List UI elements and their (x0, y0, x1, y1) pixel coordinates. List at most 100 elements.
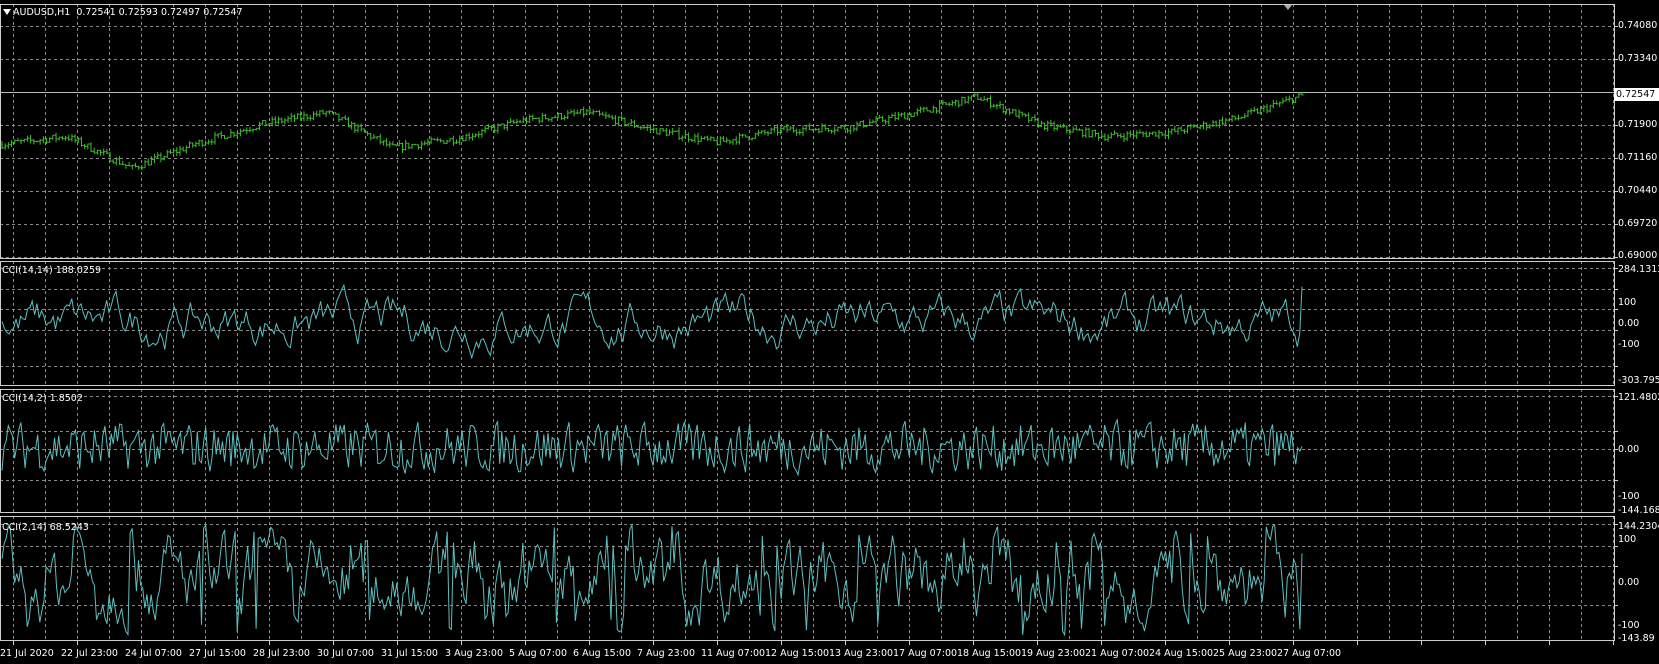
price-bar (1122, 133, 1126, 143)
price-bar (855, 121, 859, 132)
symbol-dropdown-icon[interactable] (3, 9, 11, 15)
cci3-title: CCI(2,14) 68.5243 (2, 522, 89, 533)
price-bar (19, 138, 23, 145)
price-bar (610, 114, 614, 120)
price-bar (906, 112, 910, 121)
price-bar (550, 117, 554, 123)
price-bar (435, 137, 439, 142)
y-label: 0.73340 (1618, 53, 1658, 64)
price-bar (1008, 107, 1012, 116)
price-bar (381, 140, 385, 146)
x-label: 24 Jul 07:00 (125, 648, 182, 659)
price-bar (1090, 130, 1094, 138)
price-bar (413, 143, 417, 146)
price-bar (324, 111, 328, 117)
price-bar (448, 138, 452, 142)
cci1-title: CCI(14,14) 188.0259 (2, 265, 102, 276)
price-bar (709, 136, 713, 142)
price-bar (512, 119, 516, 124)
price-bar (38, 139, 42, 145)
price-bar (1023, 113, 1027, 117)
chart-canvas[interactable] (0, 0, 1659, 664)
price-bar (235, 131, 239, 139)
price-bar (598, 109, 602, 117)
price-bar (633, 119, 637, 128)
price-bar (1078, 128, 1082, 131)
y-label: -144.1686 (1618, 505, 1659, 516)
price-bar (922, 106, 926, 113)
chart-shift-marker[interactable] (1284, 5, 1292, 10)
price-bar (25, 135, 29, 142)
price-bar (292, 114, 296, 123)
price-bar (896, 111, 900, 120)
price-bar (168, 149, 172, 154)
price-bar (617, 116, 621, 127)
price-bar (734, 136, 738, 145)
price-bar (248, 126, 252, 133)
price-bar (1271, 99, 1275, 109)
price-bar (388, 141, 392, 148)
price-bar (1240, 116, 1244, 119)
price-bar (1230, 114, 1234, 123)
price-bar (464, 133, 468, 142)
price-bar (10, 140, 14, 148)
x-label: 21 Jul 2020 (0, 648, 54, 659)
price-bar (57, 136, 61, 141)
y-label: 0.00 (1618, 318, 1640, 329)
y-label: -303.7952 (1618, 375, 1659, 386)
price-bar (722, 136, 726, 142)
price-bar (353, 122, 357, 133)
cci-14-2-line (1, 418, 1303, 477)
price-bar (655, 127, 659, 135)
price-bar (391, 140, 395, 146)
price-bar (16, 137, 20, 142)
x-label: 22 Jul 23:00 (61, 648, 118, 659)
price-bar (1017, 109, 1021, 119)
price-bar (455, 139, 459, 145)
price-bar (289, 113, 293, 122)
price-bar (1103, 133, 1107, 142)
price-bar (226, 136, 230, 140)
price-bar (540, 112, 544, 123)
price-bar (712, 137, 716, 142)
price-bar (242, 128, 246, 132)
price-bar (753, 132, 757, 140)
x-label: 11 Aug 07:00 (701, 648, 766, 659)
price-bar (756, 129, 760, 137)
x-label: 24 Aug 15:00 (1149, 648, 1214, 659)
price-bar (1065, 125, 1069, 134)
price-bar (578, 109, 582, 114)
price-bar (1125, 131, 1129, 141)
price-bar (219, 131, 223, 139)
price-bar (251, 128, 255, 133)
price-bar (315, 110, 319, 117)
price-bar (814, 128, 818, 131)
price-bar (817, 128, 821, 134)
price-bar (544, 113, 548, 120)
ohlc-values: 0.72541 0.72593 0.72497 0.72547 (76, 7, 243, 18)
price-bar (143, 159, 147, 169)
price-bar (54, 132, 58, 143)
price-bar (1189, 124, 1193, 130)
price-bar (105, 148, 109, 155)
price-bar (620, 115, 624, 121)
price-bar (172, 149, 176, 154)
price-bar (35, 140, 39, 143)
price-bar (559, 112, 563, 120)
price-bar (1097, 132, 1101, 141)
price-bar (477, 131, 481, 139)
price-bar (1243, 113, 1247, 119)
price-bar (32, 139, 36, 145)
price-bar (642, 125, 646, 130)
price-bar (480, 128, 484, 138)
price-bar (1084, 127, 1088, 139)
price-bar (432, 138, 436, 141)
price-bar (912, 112, 916, 117)
price-bar (340, 117, 344, 121)
price-bar (702, 136, 706, 140)
price-bar (60, 135, 64, 141)
price-bar (900, 112, 904, 117)
price-bar (677, 127, 681, 141)
pane-frames (0, 4, 1618, 645)
x-label: 25 Aug 23:00 (1213, 648, 1278, 659)
